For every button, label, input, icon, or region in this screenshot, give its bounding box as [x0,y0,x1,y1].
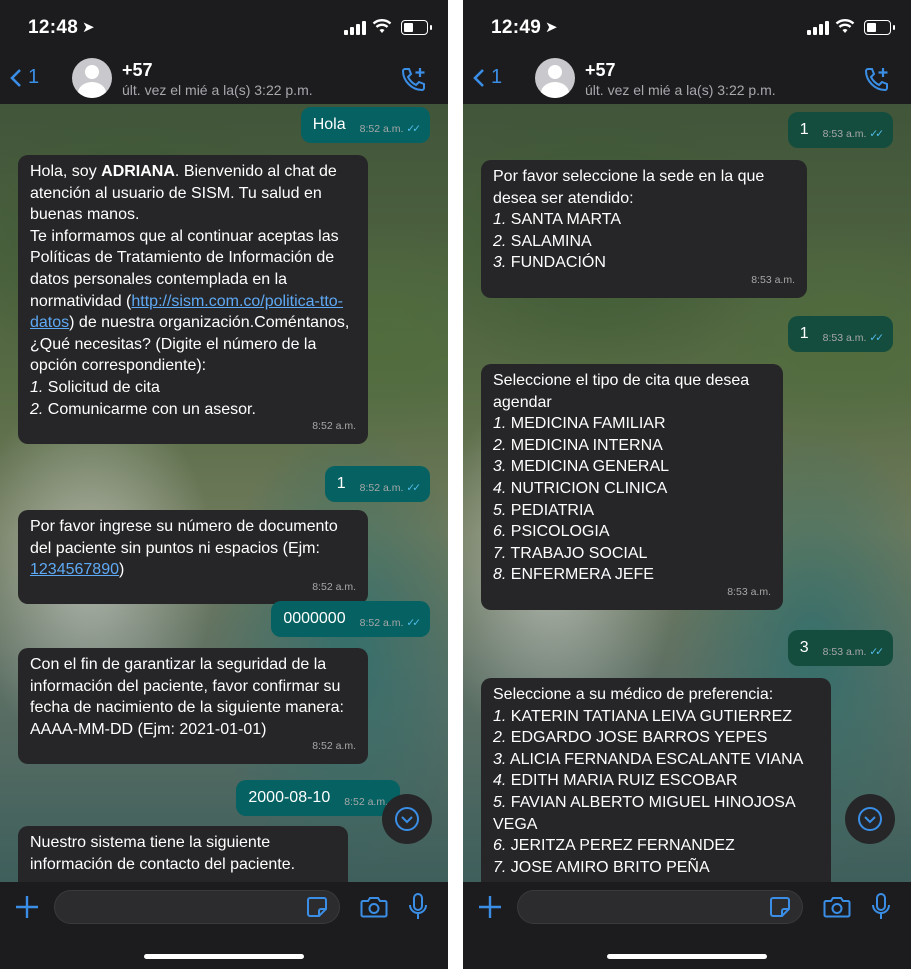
home-indicator [144,954,304,959]
outgoing-message[interactable]: 1 8:53 a.m. ✓✓ [787,316,893,352]
outgoing-message[interactable]: 2000-08-10 8:52 a.m. [236,780,400,816]
read-ticks-icon: ✓✓ [869,646,884,659]
plus-icon[interactable] [477,894,503,920]
status-bar: 12:48 ➤ [0,0,448,54]
microphone-icon[interactable] [408,892,428,922]
message-input[interactable] [517,890,803,924]
wifi-icon [835,19,855,33]
scroll-to-bottom-button[interactable] [845,794,895,844]
outgoing-message[interactable]: 0000000 8:52 a.m. ✓✓ [271,601,430,637]
incoming-message[interactable]: Por favor ingrese su número de documento… [18,510,368,605]
sticker-icon[interactable] [769,896,791,918]
add-call-icon[interactable] [400,65,428,93]
microphone-icon[interactable] [871,892,891,922]
chevron-down-icon [858,807,882,831]
message-input[interactable] [54,890,340,924]
outgoing-message[interactable]: 1 8:53 a.m. ✓✓ [787,112,893,148]
phone-screen-right: 12:49 ➤ 1 +57 últ. vez el mié a la(s) 3:… [463,0,911,969]
read-ticks-icon: ✓✓ [406,123,421,136]
input-bar [0,882,448,969]
back-chevron-icon [10,68,21,87]
wifi-icon [372,19,392,33]
scroll-to-bottom-button[interactable] [382,794,432,844]
unread-count: 1 [491,66,503,88]
clock: 12:48 [28,17,79,38]
input-bar [463,882,911,969]
example-number-link[interactable]: 1234567890 [30,561,119,578]
chat-header: 1 +57 últ. vez el mié a la(s) 3:22 p.m. [463,54,911,104]
phone-screen-left: 12:48 ➤ 1 +57 últ. vez el mié a la(s) 3:… [0,0,448,969]
camera-icon[interactable] [823,895,851,919]
back-button[interactable]: 1 [10,66,39,89]
outgoing-message[interactable]: Hola 8:52 a.m. ✓✓ [300,107,430,143]
signal-icon [344,21,366,35]
last-seen-status: últ. vez el mié a la(s) 3:22 p.m. [122,82,313,98]
home-indicator [607,954,767,959]
incoming-message[interactable]: Hola, soy ADRIANA. Bienvenido al chat de… [18,155,368,444]
avatar-placeholder-icon[interactable] [535,58,575,98]
plus-icon[interactable] [14,894,40,920]
chevron-down-icon [395,807,419,831]
sticker-icon[interactable] [306,896,328,918]
read-ticks-icon: ✓✓ [869,332,884,345]
incoming-message[interactable]: Nuestro sistema tiene la siguiente infor… [18,826,348,882]
battery-icon [864,20,895,35]
battery-icon [401,20,432,35]
read-ticks-icon: ✓✓ [406,482,421,495]
avatar-placeholder-icon[interactable] [72,58,112,98]
contact-name[interactable]: +57 [585,60,616,81]
back-chevron-icon [473,68,484,87]
clock: 12:49 [491,17,542,38]
chat-header: 1 +57 últ. vez el mié a la(s) 3:22 p.m. [0,54,448,104]
contact-name[interactable]: +57 [122,60,153,81]
incoming-message[interactable]: Por favor seleccione la sede en la que d… [481,160,807,298]
chat-area[interactable]: 1 8:53 a.m. ✓✓ Por favor seleccione la se… [463,104,911,882]
unread-count: 1 [28,66,40,88]
status-bar: 12:49 ➤ [463,0,911,54]
read-ticks-icon: ✓✓ [869,128,884,141]
signal-icon [807,21,829,35]
add-call-icon[interactable] [863,65,891,93]
camera-icon[interactable] [360,895,388,919]
incoming-message[interactable]: Con el fin de garantizar la seguridad de… [18,648,368,764]
incoming-message[interactable]: Seleccione el tipo de cita que desea age… [481,364,783,610]
last-seen-status: últ. vez el mié a la(s) 3:22 p.m. [585,82,776,98]
chat-area[interactable]: Hola 8:52 a.m. ✓✓ Hola, soy ADRIANA. Bien… [0,104,448,882]
back-button[interactable]: 1 [473,66,502,89]
location-arrow-icon: ➤ [82,19,95,36]
read-ticks-icon: ✓✓ [406,617,421,630]
outgoing-message[interactable]: 3 8:53 a.m. ✓✓ [787,630,893,666]
outgoing-message[interactable]: 1 8:52 a.m. ✓✓ [324,466,430,502]
location-arrow-icon: ➤ [545,19,558,36]
incoming-message[interactable]: Seleccione a su médico de preferencia: 1… [481,678,831,882]
